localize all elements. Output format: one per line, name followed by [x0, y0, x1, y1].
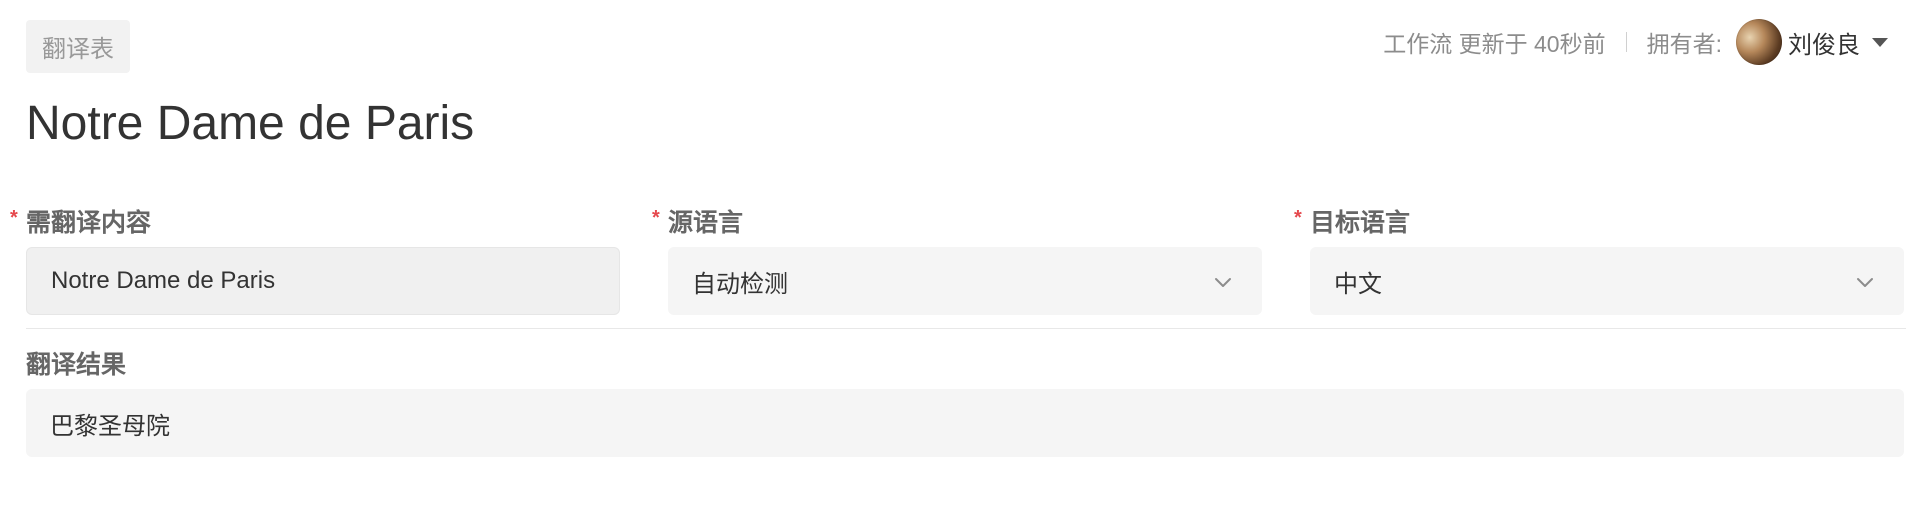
header-meta: 工作流 更新于 40秒前 拥有者: 刘俊良: [1383, 18, 1888, 66]
chevron-down-icon[interactable]: [1856, 273, 1874, 291]
translation-result-value[interactable]: 巴黎圣母院: [50, 406, 170, 441]
chevron-down-icon[interactable]: [1872, 37, 1888, 47]
required-marker: *: [1294, 207, 1302, 229]
chevron-down-icon[interactable]: [1214, 273, 1232, 291]
source-language-label: * 源语言: [652, 203, 744, 239]
target-language-label: * 目标语言: [1294, 203, 1411, 239]
form-type-tag: 翻译表: [26, 20, 130, 73]
source-text-value[interactable]: Notre Dame de Paris: [51, 267, 275, 295]
owner-name[interactable]: 刘俊良: [1788, 25, 1860, 60]
result-label: 翻译结果: [26, 345, 126, 381]
target-language-select[interactable]: 中文: [1310, 247, 1904, 315]
target-language-label-text: 目标语言: [1310, 209, 1411, 237]
source-language-value[interactable]: 自动检测: [692, 264, 788, 299]
source-text-input[interactable]: Notre Dame de Paris: [26, 247, 620, 315]
source-text-label: * 需翻译内容: [10, 203, 152, 239]
source-language-label-text: 源语言: [668, 209, 744, 237]
workflow-updated-text: 工作流 更新于 40秒前: [1383, 31, 1606, 57]
required-marker: *: [652, 207, 660, 229]
result-label-text: 翻译结果: [26, 351, 127, 379]
owner-label: 拥有者:: [1646, 31, 1722, 57]
target-language-value[interactable]: 中文: [1334, 264, 1382, 299]
required-marker: *: [10, 207, 18, 229]
section-divider: [26, 328, 1906, 329]
page-title: Notre Dame de Paris: [26, 97, 475, 150]
translation-result-field[interactable]: 巴黎圣母院: [26, 389, 1904, 457]
meta-divider: [1625, 32, 1627, 52]
source-language-select[interactable]: 自动检测: [668, 247, 1262, 315]
source-text-label-text: 需翻译内容: [26, 209, 152, 237]
avatar[interactable]: [1736, 19, 1782, 65]
